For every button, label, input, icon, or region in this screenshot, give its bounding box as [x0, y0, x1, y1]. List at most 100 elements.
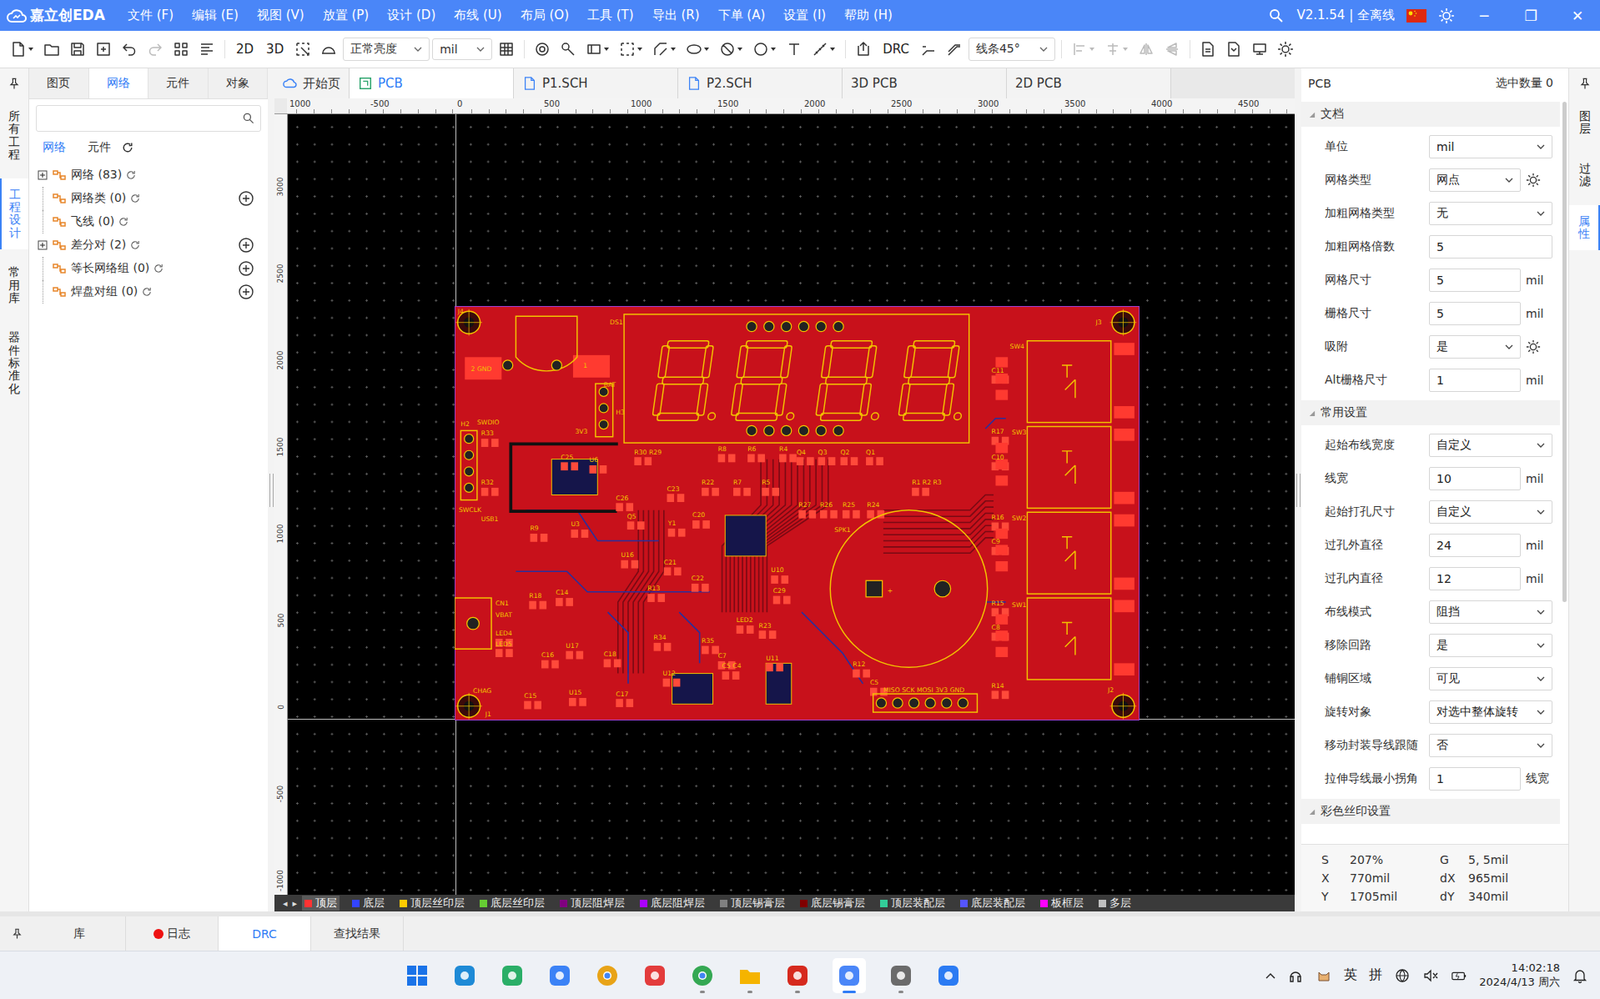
toolbar-button[interactable]	[942, 38, 967, 61]
property-input[interactable]: 5	[1428, 301, 1521, 326]
taskbar-app[interactable]	[784, 958, 811, 994]
taskbar-app[interactable]	[888, 958, 914, 994]
bottom-tab[interactable]: 查找结果	[311, 916, 404, 951]
refresh-icon[interactable]	[129, 192, 141, 205]
toolbar-button[interactable]	[916, 38, 941, 61]
panel-tab[interactable]: 网络	[89, 68, 150, 99]
property-select[interactable]: 无	[1428, 201, 1553, 226]
toolbar-button[interactable]	[530, 38, 554, 61]
sub-tab[interactable]: 元件	[87, 140, 111, 156]
tree-item[interactable]: 网络类 (0)	[37, 186, 260, 211]
pin-icon[interactable]	[1578, 76, 1592, 91]
vertical-tab[interactable]: 常用库	[0, 256, 29, 315]
add-circle-icon[interactable]	[237, 190, 255, 207]
toolbar-text-button[interactable]: 2D	[231, 39, 259, 60]
toolbar-button[interactable]	[169, 38, 193, 61]
network-globe-icon[interactable]	[1393, 967, 1411, 985]
toolbar-text-button[interactable]: DRC	[877, 39, 915, 60]
toolbar-button[interactable]	[117, 38, 141, 61]
splitter[interactable]	[1294, 68, 1302, 912]
toolbar-button[interactable]	[782, 38, 806, 61]
vertical-tab[interactable]: 工程设计	[0, 178, 29, 251]
settings-gear-icon[interactable]	[1525, 172, 1541, 188]
taskbar-app[interactable]	[689, 958, 715, 994]
panel-tab[interactable]: 元件	[148, 68, 209, 99]
toolbar-button[interactable]	[682, 38, 714, 61]
property-select[interactable]: 对选中整体旋转	[1428, 700, 1553, 725]
menu-item[interactable]: 设计 (D)	[379, 4, 443, 27]
expand-icon[interactable]	[37, 240, 48, 251]
layer-item[interactable]: 底层装配层	[957, 895, 1028, 911]
menu-item[interactable]: 导出 (R)	[644, 4, 708, 27]
property-select[interactable]: 网点	[1428, 168, 1521, 192]
pin-button[interactable]	[0, 916, 34, 951]
menu-item[interactable]: 文件 (F)	[120, 4, 182, 27]
app-logo[interactable]: 嘉立创EDA	[6, 5, 106, 26]
taskbar-app[interactable]	[404, 958, 430, 994]
cat-icon[interactable]	[1315, 967, 1333, 985]
layer-item[interactable]: 底层	[349, 895, 388, 911]
refresh-icon[interactable]	[152, 262, 165, 275]
vertical-tab[interactable]: 图层	[1569, 100, 1600, 146]
toolbar-button[interactable]	[649, 38, 680, 61]
tree-item[interactable]: 差分对 (2)	[37, 233, 260, 257]
document-tab[interactable]: 开始页	[274, 68, 350, 99]
property-select[interactable]: 自定义	[1428, 500, 1553, 524]
tree-item[interactable]: 飞线 (0)	[37, 210, 260, 234]
taskbar-app[interactable]	[832, 958, 866, 994]
property-select[interactable]: 是	[1428, 335, 1521, 359]
property-select[interactable]: 阻挡	[1428, 600, 1553, 624]
property-input[interactable]: 24	[1428, 533, 1521, 558]
layer-item[interactable]: 板框层	[1037, 895, 1087, 911]
search-icon[interactable]	[1267, 7, 1285, 25]
panel-tab[interactable]: 对象	[208, 68, 269, 99]
property-select[interactable]: 可见	[1428, 667, 1553, 691]
property-select[interactable]: 自定义	[1428, 433, 1553, 458]
toolbar-button[interactable]	[1273, 38, 1298, 61]
layer-nav-button[interactable]: ◂	[282, 898, 288, 910]
taskbar-app[interactable]	[452, 958, 478, 994]
document-tab[interactable]: 3D PCB	[842, 68, 1007, 99]
window-control[interactable]: ❐	[1513, 7, 1549, 25]
toolbar-button[interactable]	[195, 38, 219, 61]
toolbar-button[interactable]	[1101, 38, 1133, 61]
bottom-tab[interactable]: 库	[33, 916, 126, 951]
property-select[interactable]: mil	[1428, 135, 1553, 159]
layer-item[interactable]: 顶层丝印层	[397, 895, 468, 911]
layer-item[interactable]: 底层阻焊层	[637, 895, 708, 911]
toolbar-button[interactable]	[65, 38, 90, 61]
input-method-indicator[interactable]: 拼	[1368, 966, 1383, 985]
scrollbar[interactable]	[1562, 101, 1567, 603]
property-input[interactable]: 1	[1428, 767, 1521, 791]
toolbar-button[interactable]	[1160, 38, 1184, 61]
menu-item[interactable]: 设置 (I)	[775, 4, 834, 27]
window-control[interactable]: ✕	[1559, 7, 1595, 25]
toolbar-button[interactable]	[1222, 38, 1246, 61]
notification-bell-icon[interactable]	[1571, 967, 1589, 985]
document-tab[interactable]: P2.SCH	[678, 68, 843, 99]
bottom-tab[interactable]: DRC	[218, 916, 312, 951]
clock[interactable]: 14:02:182024/4/13 周六	[1479, 961, 1560, 991]
toolbar-button[interactable]	[556, 38, 580, 61]
property-input[interactable]: 5	[1428, 235, 1553, 259]
property-input[interactable]: 12	[1428, 567, 1521, 591]
layer-item[interactable]: 顶层锡膏层	[717, 895, 788, 911]
toolbar-button[interactable]	[749, 38, 780, 61]
refresh-icon[interactable]	[117, 216, 130, 228]
window-control[interactable]: ─	[1466, 7, 1502, 25]
taskbar-app[interactable]	[935, 958, 962, 994]
headset-icon[interactable]	[1287, 967, 1304, 985]
property-select[interactable]: 是	[1428, 633, 1553, 658]
layer-item[interactable]: 顶层装配层	[877, 895, 948, 911]
taskbar-app[interactable]	[642, 958, 668, 994]
add-circle-icon[interactable]	[237, 236, 255, 254]
document-tab[interactable]: P1.SCH	[513, 68, 679, 99]
pin-icon[interactable]	[7, 76, 21, 91]
taskbar-app[interactable]	[737, 958, 763, 994]
vertical-tab[interactable]: 过滤	[1569, 152, 1600, 199]
splitter[interactable]	[267, 68, 275, 912]
refresh-icon[interactable]	[125, 169, 137, 182]
toolbar-button[interactable]	[715, 38, 747, 61]
section-header[interactable]: 常用设置	[1301, 400, 1560, 426]
menu-item[interactable]: 下单 (A)	[710, 4, 774, 27]
